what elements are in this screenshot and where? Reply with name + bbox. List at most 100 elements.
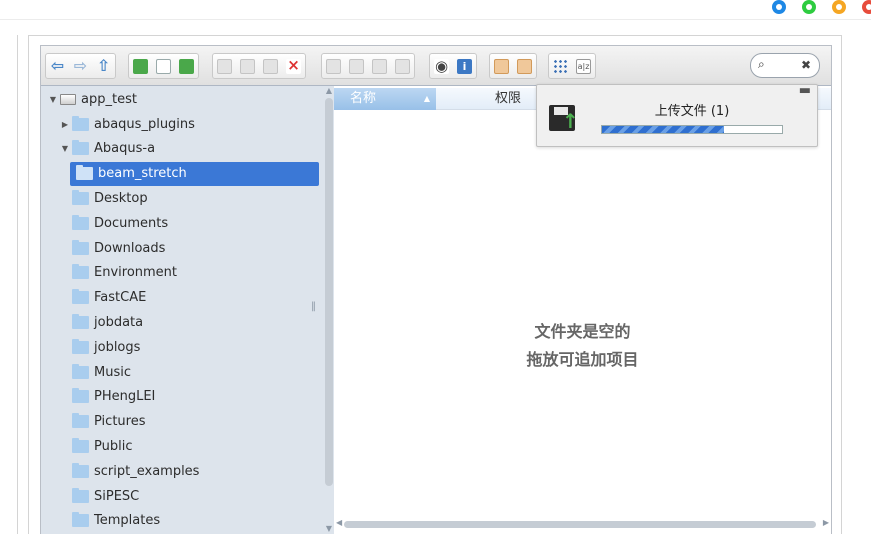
rename-icon (372, 58, 387, 74)
reload-icon (133, 58, 148, 74)
tree-item[interactable]: Documents (60, 211, 168, 235)
scroll-right-icon[interactable]: ▶ (823, 518, 829, 527)
search-input[interactable]: ⌕ ✖ (750, 53, 820, 78)
chevron-down-icon[interactable]: ▼ (60, 144, 70, 153)
upload-button[interactable] (490, 54, 513, 78)
folder-icon (72, 140, 89, 156)
tree-item[interactable]: jobdata (60, 310, 143, 334)
empty-line-2: 拖放可追加项目 (526, 350, 639, 369)
sort-ascending-icon: ▲ (423, 94, 430, 103)
tree-item[interactable]: FastCAE (60, 286, 146, 310)
chevron-down-icon[interactable]: ▼ (48, 95, 58, 104)
tree-scrollbar[interactable]: ▲ ▼ (324, 86, 334, 534)
delete-icon: × (286, 55, 301, 74)
select-button[interactable] (345, 54, 368, 78)
tree-item[interactable]: PHengLEI (60, 385, 155, 409)
tree-item[interactable]: Templates (60, 509, 160, 533)
empty-line-1: 文件夹是空的 (534, 322, 631, 341)
tree-item[interactable]: Desktop (60, 186, 148, 210)
folder-icon (72, 115, 89, 131)
hscroll-thumb[interactable] (344, 521, 816, 528)
tree-item[interactable]: beam_stretch (70, 161, 319, 186)
info-button[interactable]: i (453, 54, 476, 78)
scroll-down-icon[interactable]: ▼ (324, 524, 334, 534)
tree-item[interactable]: Public (60, 434, 132, 458)
copy-icon (217, 58, 232, 74)
tree-item-label: Pictures (94, 414, 146, 430)
scroll-left-icon[interactable]: ◀ (336, 518, 342, 527)
circle-target-icon[interactable] (772, 0, 786, 14)
cut-button[interactable] (236, 54, 259, 78)
upload-title: 上传文件 (1) (654, 104, 730, 119)
download-icon (517, 58, 532, 74)
tree-item-label: Downloads (94, 240, 166, 256)
reload-button[interactable] (129, 54, 152, 78)
empty-folder-message: 文件夹是空的 拖放可追加项目 (334, 318, 831, 374)
tree-item[interactable]: joblogs (60, 335, 140, 359)
tree-item-label: FastCAE (94, 290, 147, 306)
duplicate-button[interactable] (322, 54, 345, 78)
clear-search-icon[interactable]: ✖ (801, 58, 811, 72)
column-name[interactable]: 名称 ▲ (334, 88, 436, 110)
top-bar (0, 0, 871, 20)
tree-root[interactable]: ▼ app_test (48, 87, 137, 111)
back-button[interactable]: ⇦ (46, 54, 69, 78)
new-file-button[interactable] (152, 54, 175, 78)
tree-item-label: Music (94, 364, 131, 380)
forward-button[interactable]: ⇨ (69, 54, 92, 78)
search-icon: ⌕ (758, 57, 765, 71)
tree-item[interactable]: Downloads (60, 236, 165, 260)
preview-button[interactable]: ◉ (430, 54, 453, 78)
extract-icon (395, 58, 410, 74)
grid-view-button[interactable] (549, 54, 572, 78)
tree-item[interactable]: SiPESC (60, 484, 139, 508)
content-hscrollbar[interactable]: ◀ ▶ (334, 518, 831, 530)
tree-item-label: abaqus_plugins (94, 116, 195, 132)
tree-item[interactable]: ▼ Abaqus-a (60, 137, 155, 161)
tree-item-label: joblogs (94, 339, 141, 355)
paste-icon (263, 58, 278, 74)
folder-icon (72, 264, 89, 280)
upload-progress-fill (602, 126, 725, 133)
minimize-icon[interactable] (802, 0, 816, 14)
column-permissions[interactable]: 权限 (495, 88, 521, 110)
delete-button[interactable]: × (282, 54, 305, 78)
close-icon[interactable] (862, 0, 871, 14)
tree-item[interactable]: script_examples (60, 459, 199, 483)
minimize-dialog-icon[interactable]: ▬ (799, 83, 811, 98)
tree-item[interactable]: Environment (60, 261, 177, 285)
paste-button[interactable] (259, 54, 282, 78)
grid-view-icon (553, 58, 568, 74)
folder-icon (72, 512, 89, 528)
copy-button[interactable] (213, 54, 236, 78)
scroll-up-icon[interactable]: ▲ (324, 86, 334, 96)
toolbar-tools-group (321, 53, 415, 79)
folder-icon (72, 388, 89, 404)
folder-icon (72, 289, 89, 305)
rename-button[interactable] (368, 54, 391, 78)
tree-root-label: app_test (81, 91, 137, 107)
maximize-icon[interactable] (832, 0, 846, 14)
folder-icon (72, 487, 89, 503)
toolbar-nav-group: ⇦ ⇨ ⇧ (45, 53, 116, 79)
chevron-right-icon[interactable]: ▶ (60, 120, 70, 129)
toolbar-edit-group: × (212, 53, 306, 79)
up-button[interactable]: ⇧ (92, 54, 115, 78)
scrollbar-thumb[interactable] (325, 98, 333, 486)
splitter-handle[interactable]: ‖ (311, 301, 316, 312)
tree-item[interactable]: ▶ abaqus_plugins (60, 112, 195, 136)
sort-button[interactable]: a|z (572, 54, 595, 78)
folder-tree: ▼ app_test ▶ abaqus_plugins ▼ Abaqus-a beam_… (41, 86, 334, 534)
floppy-upload-icon (549, 105, 579, 131)
tree-item-label: PHengLEI (94, 389, 156, 405)
cut-icon (240, 58, 255, 74)
upload-dialog: ▬ 上传文件 (1) (536, 83, 818, 147)
upload-icon (494, 58, 509, 74)
download-button[interactable] (513, 54, 536, 78)
extract-button[interactable] (391, 54, 414, 78)
tree-item[interactable]: Music (60, 360, 131, 384)
tree-item[interactable]: Pictures (60, 410, 145, 434)
save-button[interactable] (175, 54, 198, 78)
tree-item-label: SiPESC (94, 488, 140, 504)
file-list-pane[interactable]: 名称 ▲ 权限 文件夹是空的 拖放可追加项目 ◀ ▶ (334, 86, 831, 534)
